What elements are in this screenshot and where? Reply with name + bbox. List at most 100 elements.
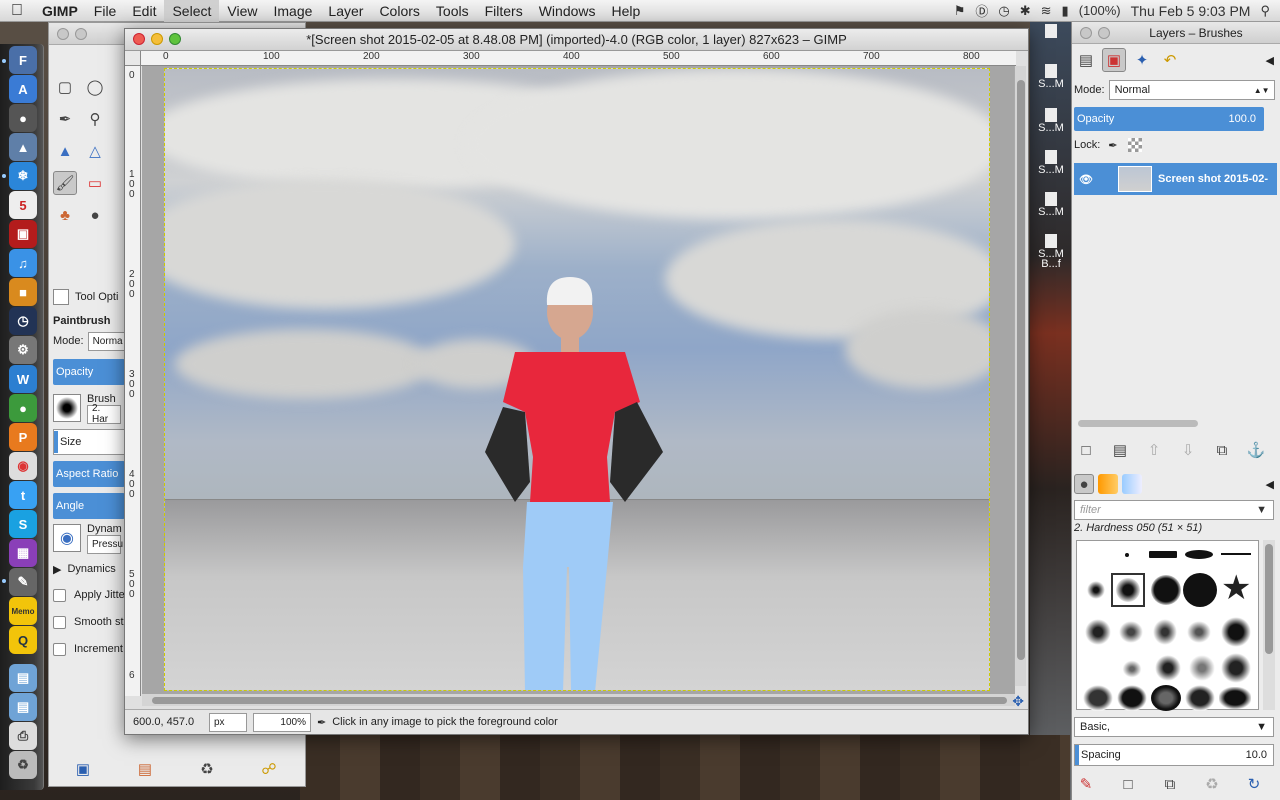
system-preferences-icon[interactable]: ⚙ [9,336,37,364]
brush-item[interactable] [1117,685,1147,711]
twitter-icon[interactable]: t [9,481,37,509]
time-machine-icon[interactable]: ◷ [998,3,1009,19]
layer-item[interactable]: 👁 Screen shot 2015-02- [1074,163,1277,195]
bluetooth-icon[interactable]: ✱ [1020,3,1031,19]
restore-options-icon[interactable]: ▤ [133,757,157,781]
brush-item[interactable] [1149,551,1177,558]
angle-slider[interactable]: Angle [53,493,125,519]
gimp-icon[interactable]: ✎ [9,568,37,596]
close-button[interactable] [133,33,145,45]
menu-colors[interactable]: Colors [371,0,427,22]
battery-percent[interactable]: (100%) [1079,3,1121,18]
layers-tab-icon[interactable]: ▤ [1074,48,1098,72]
brush-item[interactable] [1116,578,1140,602]
calendar-icon[interactable]: 5 [9,191,37,219]
checkbox[interactable] [53,588,66,602]
photo-booth-icon[interactable]: ▣ [9,220,37,248]
mode-dropdown[interactable]: Norma [87,331,128,351]
spotlight-icon[interactable]: ⚲ [1260,3,1270,19]
brush-item[interactable] [1187,621,1211,643]
brush-item[interactable] [1219,687,1251,709]
heal-tool-icon[interactable]: ♣ [53,203,77,227]
duplicate-brush-icon[interactable]: ⧉ [1158,772,1182,796]
dashboard-icon[interactable]: ● [9,104,37,132]
transform-tool-icon[interactable]: ▲ [53,139,77,163]
lower-layer-icon[interactable]: ⇩ [1176,438,1200,462]
printer-icon[interactable]: ⎙ [9,722,37,750]
chrome-icon[interactable]: ◉ [9,452,37,480]
wifi-icon[interactable]: ≋ [1041,3,1052,19]
app-store-icon[interactable]: A [9,75,37,103]
configure-tab-icon[interactable]: ◀ [1266,478,1274,491]
lock-pixels-icon[interactable]: ✒ [1108,139,1117,152]
tool-options-tab[interactable]: Tool Opti [53,285,118,309]
desktop-file[interactable]: B...f [1030,258,1072,270]
brush-item[interactable] [1153,619,1177,645]
brush-item[interactable] [1221,553,1251,555]
smooth-stroke-checkbox[interactable]: Smooth st [53,610,124,634]
brush-item[interactable] [1183,573,1217,607]
duplicate-layer-icon[interactable]: ⧉ [1210,438,1234,462]
new-layer-icon[interactable]: □ [1074,438,1098,462]
delete-brush-icon[interactable]: ♻ [1200,772,1224,796]
zoom-dropdown[interactable]: 100% [253,712,311,732]
finder-icon[interactable]: F [9,46,37,74]
paintbrush-tool-icon[interactable]: 🖌 [53,171,77,195]
menu-edit[interactable]: Edit [124,0,164,22]
lock-alpha-icon[interactable] [1127,138,1142,152]
delete-options-icon[interactable]: ♻ [195,757,219,781]
menu-tools[interactable]: Tools [428,0,477,22]
incremental-checkbox[interactable]: Increment [53,637,123,661]
layer-mode-dropdown[interactable]: Normal ▲▼ [1108,80,1275,100]
brushes-tab-icon[interactable]: ● [1074,474,1094,494]
documents-folder-icon[interactable]: ▤ [9,693,37,721]
dynamics-field[interactable]: Pressu [87,534,123,554]
brush-item[interactable] [1121,659,1143,679]
perspective-tool-icon[interactable]: △ [83,139,107,163]
brush-item[interactable] [1087,581,1105,599]
close-button[interactable] [57,28,69,40]
photo-icon[interactable]: ▲ [9,133,37,161]
menu-view[interactable]: View [219,0,265,22]
opacity-slider[interactable]: Opacity [53,359,125,385]
dynamics-options-expander[interactable]: ▶ Dynamics [53,557,116,581]
layer-opacity-slider[interactable]: Opacity 100.0 [1074,107,1264,131]
brush-item[interactable] [1151,575,1181,605]
refresh-brushes-icon[interactable]: ↻ [1242,772,1266,796]
raise-layer-icon[interactable]: ⇧ [1142,438,1166,462]
scroll-thumb[interactable] [152,697,1007,704]
brush-item[interactable] [1185,550,1213,559]
iphoto-icon[interactable]: ■ [9,278,37,306]
clock[interactable]: Thu Feb 5 9:03 PM [1131,3,1251,19]
desktop-file[interactable]: S...M [1030,108,1072,134]
desktop-file[interactable]: S...M [1030,64,1072,90]
new-layer-group-icon[interactable]: ▤ [1108,438,1132,462]
size-slider[interactable]: Size [53,429,125,455]
brush-item[interactable] [1151,685,1181,711]
evernote-icon[interactable]: ● [9,394,37,422]
apple-icon[interactable]:  [0,2,34,20]
spacing-slider[interactable]: Spacing 10.0 [1074,744,1274,766]
undo-tab-icon[interactable]: ↶ [1158,48,1182,72]
layer-name[interactable]: Screen shot 2015-02- [1158,173,1268,185]
battery-icon[interactable]: ▮ [1062,3,1069,19]
notification-icon[interactable]: ⚑ [954,3,966,19]
zoom-tool-icon[interactable]: ⚲ [83,107,107,131]
skype-icon[interactable]: S [9,510,37,538]
brush-item[interactable] [1155,655,1181,681]
menu-select[interactable]: Select [164,0,220,22]
brush-item[interactable] [1185,685,1215,711]
save-options-icon[interactable]: ▣ [71,757,95,781]
paths-tab-icon[interactable]: ✦ [1130,48,1154,72]
minimize-button[interactable] [151,33,163,45]
menu-help[interactable]: Help [604,0,649,22]
zoom-button[interactable] [169,33,181,45]
brush-preview-icon[interactable] [53,394,81,422]
configure-tab-icon[interactable]: ◀ [1266,54,1274,67]
checkbox[interactable] [53,615,66,629]
star-brush-icon[interactable]: ★ [1221,571,1251,605]
filter-input[interactable]: filter ▼ [1074,500,1274,520]
brush-grid-scrollbar[interactable] [1263,540,1275,710]
rect-select-tool-icon[interactable]: ▢ [53,75,77,99]
powerpoint-icon[interactable]: P [9,423,37,451]
